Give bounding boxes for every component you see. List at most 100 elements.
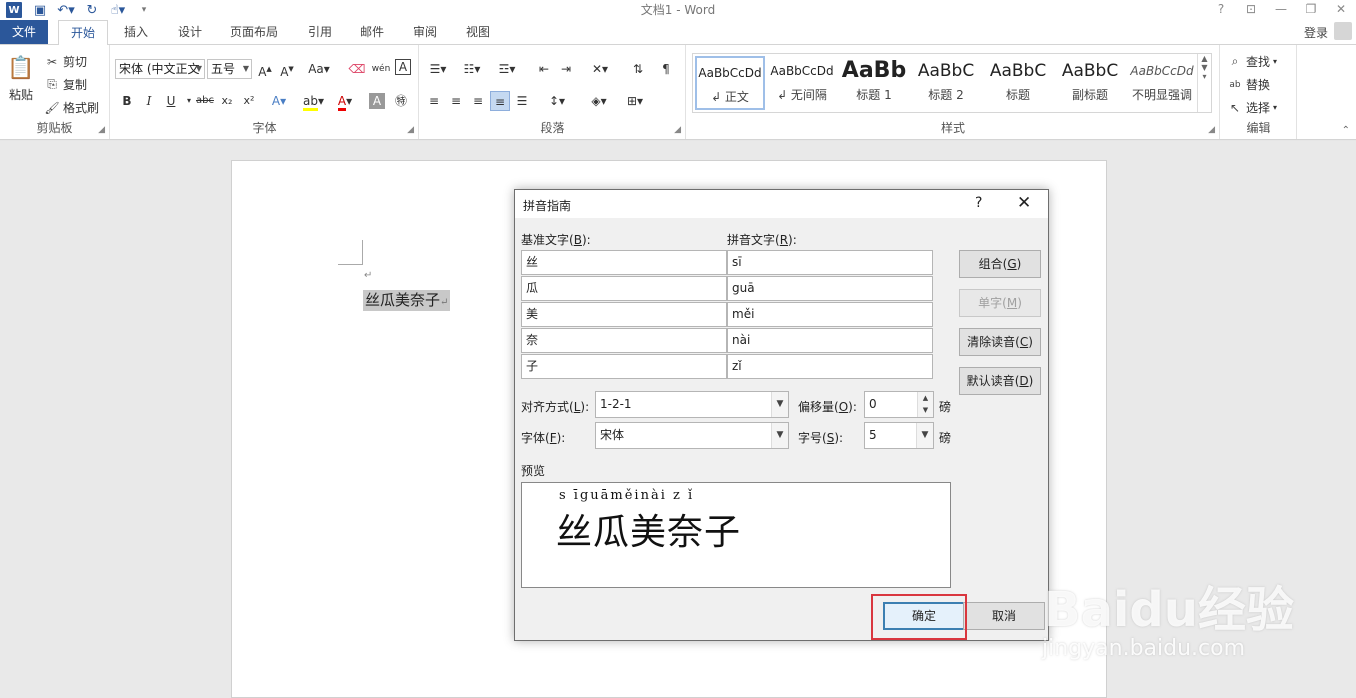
cut-button[interactable]: ✂ 剪切 xyxy=(44,53,87,70)
subscript-icon[interactable]: x₂ xyxy=(217,91,237,111)
font-name-combo[interactable]: 宋体 (中文正文 ▼ xyxy=(115,59,205,79)
style-sample: AaBbCcDd xyxy=(1130,64,1194,78)
ruby-text-field[interactable]: zǐ xyxy=(727,354,933,379)
tab-design[interactable]: 设计 xyxy=(170,20,210,44)
font-color-icon[interactable]: A▾ xyxy=(335,91,355,111)
align-center-icon[interactable]: ≡ xyxy=(446,91,466,111)
ribbon-display-icon[interactable]: ⊡ xyxy=(1236,0,1266,20)
size-select[interactable]: 5 ▼ xyxy=(864,422,934,449)
line-spacing-icon[interactable]: ↕▾ xyxy=(542,91,572,111)
ruby-text-field[interactable]: měi xyxy=(727,302,933,327)
superscript-icon[interactable]: x² xyxy=(239,91,259,111)
base-text-field[interactable]: 瓜 xyxy=(521,276,727,301)
char-border-icon[interactable]: A xyxy=(395,59,411,75)
spin-arrows-icon[interactable]: ▲ ▼ xyxy=(917,392,933,417)
justify-icon[interactable]: ≡ xyxy=(490,91,510,111)
styles-scrollbar[interactable]: ▲ ▼ ▾ xyxy=(1197,54,1211,112)
paste-button[interactable]: 📋 粘贴 xyxy=(6,53,36,103)
base-text-field[interactable]: 子 xyxy=(521,354,727,379)
align-left-icon[interactable]: ≡ xyxy=(424,91,444,111)
default-reading-button[interactable]: 默认读音(D) xyxy=(959,367,1041,395)
style-no-spacing[interactable]: AaBbCcDd ↲ 无间隔 xyxy=(767,56,837,110)
chevron-down-icon[interactable]: ▼ xyxy=(916,423,933,448)
bold-icon[interactable]: B xyxy=(117,91,137,111)
highlight-icon[interactable]: ab▾ xyxy=(303,91,324,111)
help-icon[interactable]: ? xyxy=(1206,0,1236,20)
enclose-char-icon[interactable]: ㊕ xyxy=(391,91,411,111)
italic-icon[interactable]: I xyxy=(139,91,159,111)
sign-in-link[interactable]: 登录 xyxy=(1304,24,1328,41)
tab-references[interactable]: 引用 xyxy=(300,20,340,44)
selected-document-text[interactable]: 丝瓜美奈子↵ xyxy=(363,290,451,311)
bullets-icon[interactable]: ☰▾ xyxy=(424,59,452,79)
strikethrough-icon[interactable]: abc xyxy=(195,91,215,111)
copy-button[interactable]: ⎘ 复制 xyxy=(44,76,87,93)
dialog-launcher-icon[interactable]: ◢ xyxy=(674,125,681,135)
ruby-text-field[interactable]: sī xyxy=(727,250,933,275)
chevron-down-icon[interactable]: ▼ xyxy=(771,392,788,417)
increase-indent-icon[interactable]: ⇥ xyxy=(556,59,576,79)
show-marks-icon[interactable]: ¶ xyxy=(656,59,676,79)
dialog-launcher-icon[interactable]: ◢ xyxy=(407,125,414,135)
chinese-layout-icon[interactable]: ✕▾ xyxy=(586,59,614,79)
style-title[interactable]: AaBbC 标题 xyxy=(983,56,1053,110)
base-text-field[interactable]: 美 xyxy=(521,302,727,327)
ruby-text-field[interactable]: guā xyxy=(727,276,933,301)
tab-review[interactable]: 审阅 xyxy=(407,20,443,44)
style-heading-1[interactable]: AaBb 标题 1 xyxy=(839,56,909,110)
clear-reading-button[interactable]: 清除读音(C) xyxy=(959,328,1041,356)
tab-home[interactable]: 开始 xyxy=(58,20,108,45)
underline-icon[interactable]: U xyxy=(161,91,181,111)
style-subtitle[interactable]: AaBbC 副标题 xyxy=(1055,56,1125,110)
user-avatar-icon[interactable] xyxy=(1334,22,1352,40)
tab-file[interactable]: 文件 xyxy=(0,20,48,44)
minimize-icon[interactable]: — xyxy=(1266,0,1296,20)
clear-format-icon[interactable]: ⌫ xyxy=(347,59,367,79)
text-effects-icon[interactable]: A▾ xyxy=(269,91,289,111)
align-right-icon[interactable]: ≡ xyxy=(468,91,488,111)
multilevel-list-icon[interactable]: ☲▾ xyxy=(492,59,522,79)
tab-mailings[interactable]: 邮件 xyxy=(354,20,390,44)
mono-button[interactable]: 单字(M) xyxy=(959,289,1041,317)
grow-font-icon[interactable]: A▲ xyxy=(255,59,275,79)
char-shading-icon[interactable]: A xyxy=(369,93,385,109)
font-size-combo[interactable]: 五号 ▼ xyxy=(207,59,252,79)
ruby-text-field[interactable]: nài xyxy=(727,328,933,353)
format-painter-button[interactable]: 🖌 格式刷 xyxy=(44,99,99,116)
tab-insert[interactable]: 插入 xyxy=(116,20,156,44)
phonetic-guide-icon[interactable]: wén xyxy=(371,59,391,79)
offset-stepper[interactable]: 0 ▲ ▼ xyxy=(864,391,934,418)
style-heading-2[interactable]: AaBbC 标题 2 xyxy=(911,56,981,110)
collapse-ribbon-icon[interactable]: ⌃ xyxy=(1342,125,1350,136)
base-text-field[interactable]: 奈 xyxy=(521,328,727,353)
scroll-down-icon[interactable]: ▼ xyxy=(1198,63,1211,72)
borders-icon[interactable]: ⊞▾ xyxy=(620,91,650,111)
decrease-indent-icon[interactable]: ⇤ xyxy=(534,59,554,79)
restore-icon[interactable]: ❐ xyxy=(1296,0,1326,20)
tab-view[interactable]: 视图 xyxy=(460,20,496,44)
dialog-launcher-icon[interactable]: ◢ xyxy=(98,125,105,135)
font-select[interactable]: 宋体 ▼ xyxy=(595,422,789,449)
scroll-up-icon[interactable]: ▲ xyxy=(1198,54,1211,63)
replace-button[interactable]: ab 替换 xyxy=(1227,76,1270,93)
shading-icon[interactable]: ◈▾ xyxy=(584,91,614,111)
distributed-icon[interactable]: ☰ xyxy=(512,91,532,111)
style-subtle-emphasis[interactable]: AaBbCcDd 不明显强调 xyxy=(1127,56,1197,110)
dialog-launcher-icon[interactable]: ◢ xyxy=(1208,125,1215,135)
group-button[interactable]: 组合(G) xyxy=(959,250,1041,278)
numbering-icon[interactable]: ☷▾ xyxy=(458,59,486,79)
style-normal[interactable]: AaBbCcDd ↲ 正文 xyxy=(695,56,765,110)
help-icon[interactable]: ? xyxy=(975,195,982,211)
change-case-icon[interactable]: Aa▾ xyxy=(305,59,333,79)
more-styles-icon[interactable]: ▾ xyxy=(1198,72,1211,81)
close-icon[interactable]: ✕ xyxy=(1326,0,1356,20)
sort-icon[interactable]: ⇅ xyxy=(628,59,648,79)
shrink-font-icon[interactable]: A▼ xyxy=(277,59,297,79)
tab-layout[interactable]: 页面布局 xyxy=(224,20,284,44)
select-button[interactable]: ↖ 选择 ▾ xyxy=(1227,99,1277,116)
find-button[interactable]: ⌕ 查找 ▾ xyxy=(1227,53,1277,70)
chevron-down-icon[interactable]: ▼ xyxy=(771,423,788,448)
alignment-select[interactable]: 1-2-1 ▼ xyxy=(595,391,789,418)
close-icon[interactable]: ✕ xyxy=(1017,193,1031,213)
base-text-field[interactable]: 丝 xyxy=(521,250,727,275)
